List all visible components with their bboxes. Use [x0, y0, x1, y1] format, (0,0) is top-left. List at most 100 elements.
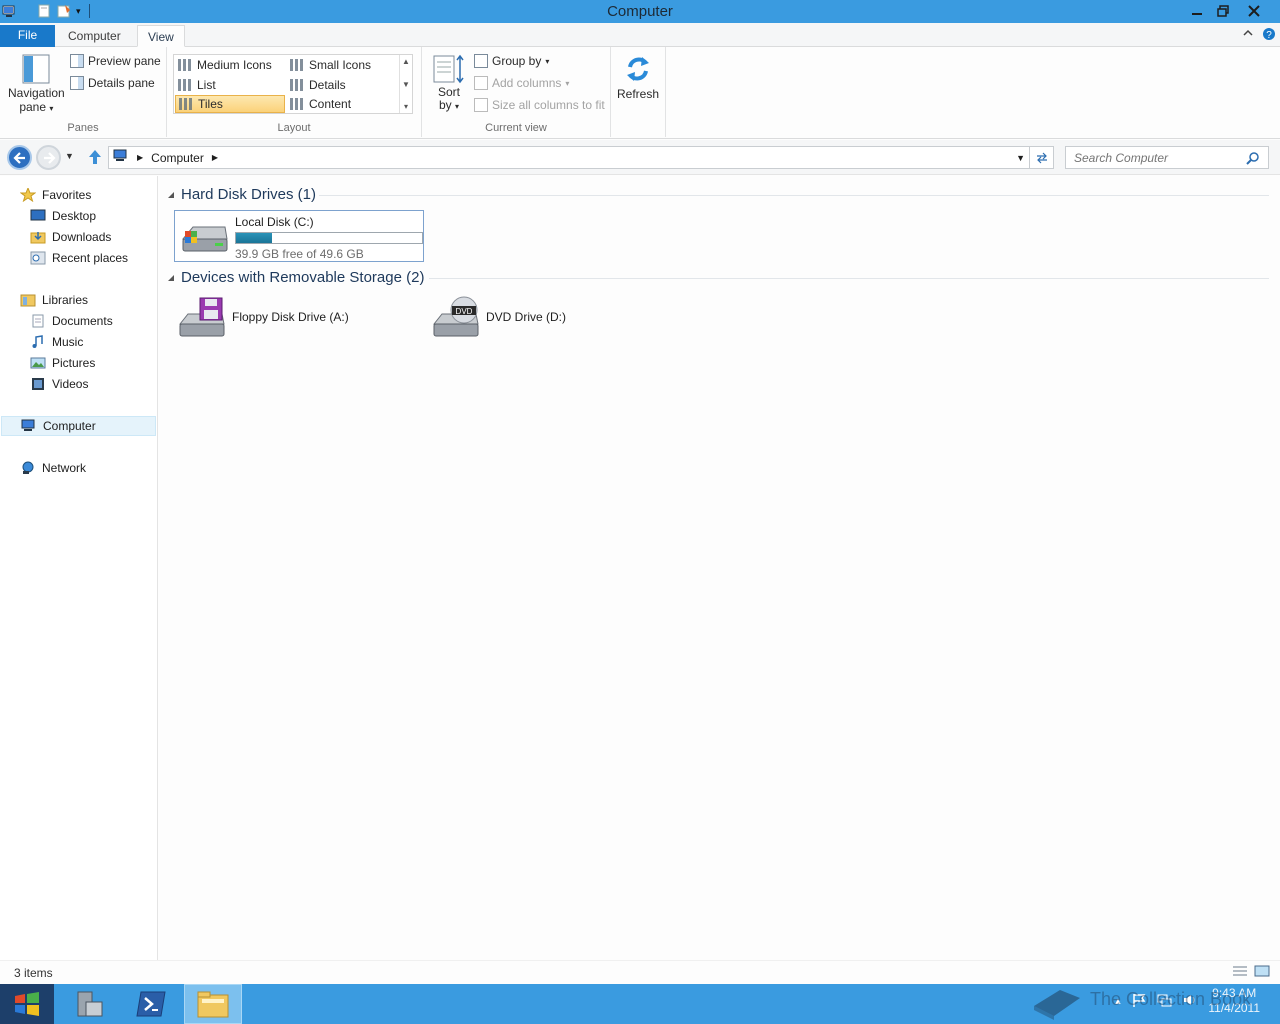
- tab-view[interactable]: View: [137, 25, 185, 47]
- group-header-hard-disks[interactable]: Hard Disk Drives (1): [167, 186, 316, 203]
- taskbar-powershell[interactable]: [122, 984, 180, 1024]
- folder-icon: [197, 991, 229, 1018]
- minimize-ribbon-icon[interactable]: [1242, 27, 1254, 44]
- tab-computer[interactable]: Computer: [58, 25, 131, 47]
- recent-locations-icon[interactable]: ▼: [65, 151, 74, 161]
- sidebar-item-label: Desktop: [52, 209, 97, 223]
- search-box[interactable]: [1065, 146, 1269, 169]
- back-button[interactable]: [7, 145, 32, 170]
- refresh-group: Refresh: [611, 47, 666, 137]
- layout-details[interactable]: Details: [287, 76, 397, 94]
- help-icon[interactable]: ?: [1262, 27, 1276, 44]
- sidebar-item-libraries[interactable]: Libraries: [20, 290, 88, 310]
- breadcrumb-separator-icon[interactable]: ▶: [212, 153, 218, 162]
- sidebar-item-videos[interactable]: Videos: [30, 374, 88, 394]
- close-button[interactable]: [1236, 0, 1272, 22]
- up-arrow-icon[interactable]: [87, 148, 103, 169]
- restore-button[interactable]: [1210, 0, 1236, 22]
- preview-pane-button[interactable]: Preview pane: [70, 54, 161, 68]
- collapse-triangle-icon[interactable]: [167, 186, 175, 203]
- breadcrumb-separator-icon[interactable]: ▶: [137, 153, 143, 162]
- group-divider: [429, 278, 1269, 279]
- group-header-removable[interactable]: Devices with Removable Storage (2): [167, 269, 424, 286]
- sidebar-item-label: Recent places: [52, 251, 129, 265]
- sidebar-item-network[interactable]: Network: [20, 458, 86, 478]
- address-bar[interactable]: ▶ Computer ▶ ▼: [108, 146, 1054, 169]
- preview-pane-label: Preview pane: [88, 54, 161, 68]
- navigation-pane-label-2: pane ▾: [19, 100, 54, 114]
- gallery-more-icon[interactable]: ▾: [404, 102, 408, 111]
- navigation-pane: Favorites Desktop Downloads Recent place…: [0, 176, 158, 960]
- drive-usage-fill: [236, 233, 273, 243]
- sort-by-label-2: by ▾: [438, 98, 460, 112]
- layout-content-label: Content: [309, 97, 352, 111]
- large-icons-view-icon[interactable]: [1254, 965, 1270, 980]
- item-count: 3 items: [14, 966, 53, 980]
- drive-tile-dvd[interactable]: DVD DVD Drive (D:): [430, 296, 670, 344]
- layout-medium-icons-label: Medium Icons: [197, 58, 272, 72]
- refresh-address-icon[interactable]: [1029, 147, 1053, 168]
- layout-small-icons[interactable]: Small Icons: [287, 56, 397, 74]
- address-history-icon[interactable]: ▼: [1016, 153, 1025, 163]
- add-columns-icon: [474, 76, 488, 90]
- layout-tiles-label: Tiles: [198, 97, 223, 111]
- layout-list[interactable]: List: [175, 76, 285, 94]
- group-by-icon: [474, 54, 488, 68]
- sidebar-item-recent-places[interactable]: Recent places: [30, 248, 128, 268]
- sidebar-item-music[interactable]: Music: [30, 332, 83, 352]
- ribbon: Navigation pane ▾ Preview pane Details p…: [0, 47, 1280, 139]
- sidebar-item-label: Pictures: [52, 356, 96, 370]
- layout-gallery-scroll[interactable]: ▲ ▼ ▾: [399, 55, 412, 113]
- taskbar-file-explorer[interactable]: [184, 984, 242, 1024]
- content-area: Hard Disk Drives (1) Local Disk (C:) 39.…: [159, 176, 1280, 960]
- network-icon: [20, 461, 36, 475]
- add-columns-button[interactable]: Add columns ▾: [474, 76, 569, 90]
- size-columns-button[interactable]: Size all columns to fit: [474, 98, 605, 112]
- layout-small-icons-label: Small Icons: [309, 58, 372, 72]
- drive-tile-local-disk[interactable]: Local Disk (C:) 39.9 GB free of 49.6 GB: [174, 210, 424, 262]
- powershell-icon: [136, 991, 166, 1017]
- details-pane-button[interactable]: Details pane: [70, 76, 155, 90]
- gallery-down-icon[interactable]: ▼: [402, 80, 410, 89]
- sidebar-item-label: Network: [42, 461, 87, 475]
- search-icon[interactable]: [1246, 151, 1260, 168]
- layout-group-label: Layout: [277, 122, 311, 134]
- drive-tile-floppy[interactable]: Floppy Disk Drive (A:): [176, 296, 416, 344]
- sidebar-item-computer[interactable]: Computer: [1, 416, 156, 436]
- chevron-down-icon: ▾: [49, 104, 54, 113]
- search-input[interactable]: [1074, 150, 1239, 165]
- desktop-icon: [30, 209, 46, 223]
- sidebar-item-downloads[interactable]: Downloads: [30, 227, 111, 247]
- svg-text:DVD: DVD: [456, 307, 473, 316]
- refresh-button[interactable]: Refresh: [617, 53, 659, 101]
- gallery-up-icon[interactable]: ▲: [402, 57, 410, 66]
- breadcrumb-computer[interactable]: Computer: [151, 151, 204, 165]
- computer-icon: [21, 419, 37, 433]
- add-columns-label: Add columns: [492, 76, 562, 90]
- layout-content[interactable]: Content: [287, 95, 397, 113]
- sidebar-item-pictures[interactable]: Pictures: [30, 353, 95, 373]
- back-arrow-icon: [12, 151, 25, 164]
- svg-text:?: ?: [1266, 30, 1272, 41]
- title-bar: ▾ Computer: [0, 0, 1280, 23]
- start-button[interactable]: [0, 984, 54, 1024]
- collapse-triangle-icon[interactable]: [167, 269, 175, 286]
- tab-file[interactable]: File: [0, 25, 55, 47]
- taskbar-server-manager[interactable]: [60, 984, 118, 1024]
- windows-logo-icon: [15, 992, 39, 1016]
- group-by-button[interactable]: Group by ▾: [474, 54, 549, 68]
- pictures-icon: [30, 356, 46, 370]
- sidebar-item-documents[interactable]: Documents: [30, 311, 113, 331]
- drive-name: Floppy Disk Drive (A:): [232, 310, 349, 324]
- layout-tiles[interactable]: Tiles: [175, 95, 285, 113]
- group-divider: [319, 195, 1269, 196]
- sort-by-button[interactable]: Sort by ▾: [432, 53, 466, 113]
- refresh-icon: [627, 57, 650, 81]
- minimize-button[interactable]: [1184, 0, 1210, 22]
- sidebar-item-favorites[interactable]: Favorites: [19, 185, 91, 205]
- navigation-pane-button[interactable]: Navigation pane ▾: [8, 53, 65, 115]
- layout-medium-icons[interactable]: Medium Icons: [175, 56, 285, 74]
- forward-button[interactable]: [36, 145, 61, 170]
- sidebar-item-desktop[interactable]: Desktop: [30, 206, 96, 226]
- sort-by-label: Sort: [437, 85, 460, 99]
